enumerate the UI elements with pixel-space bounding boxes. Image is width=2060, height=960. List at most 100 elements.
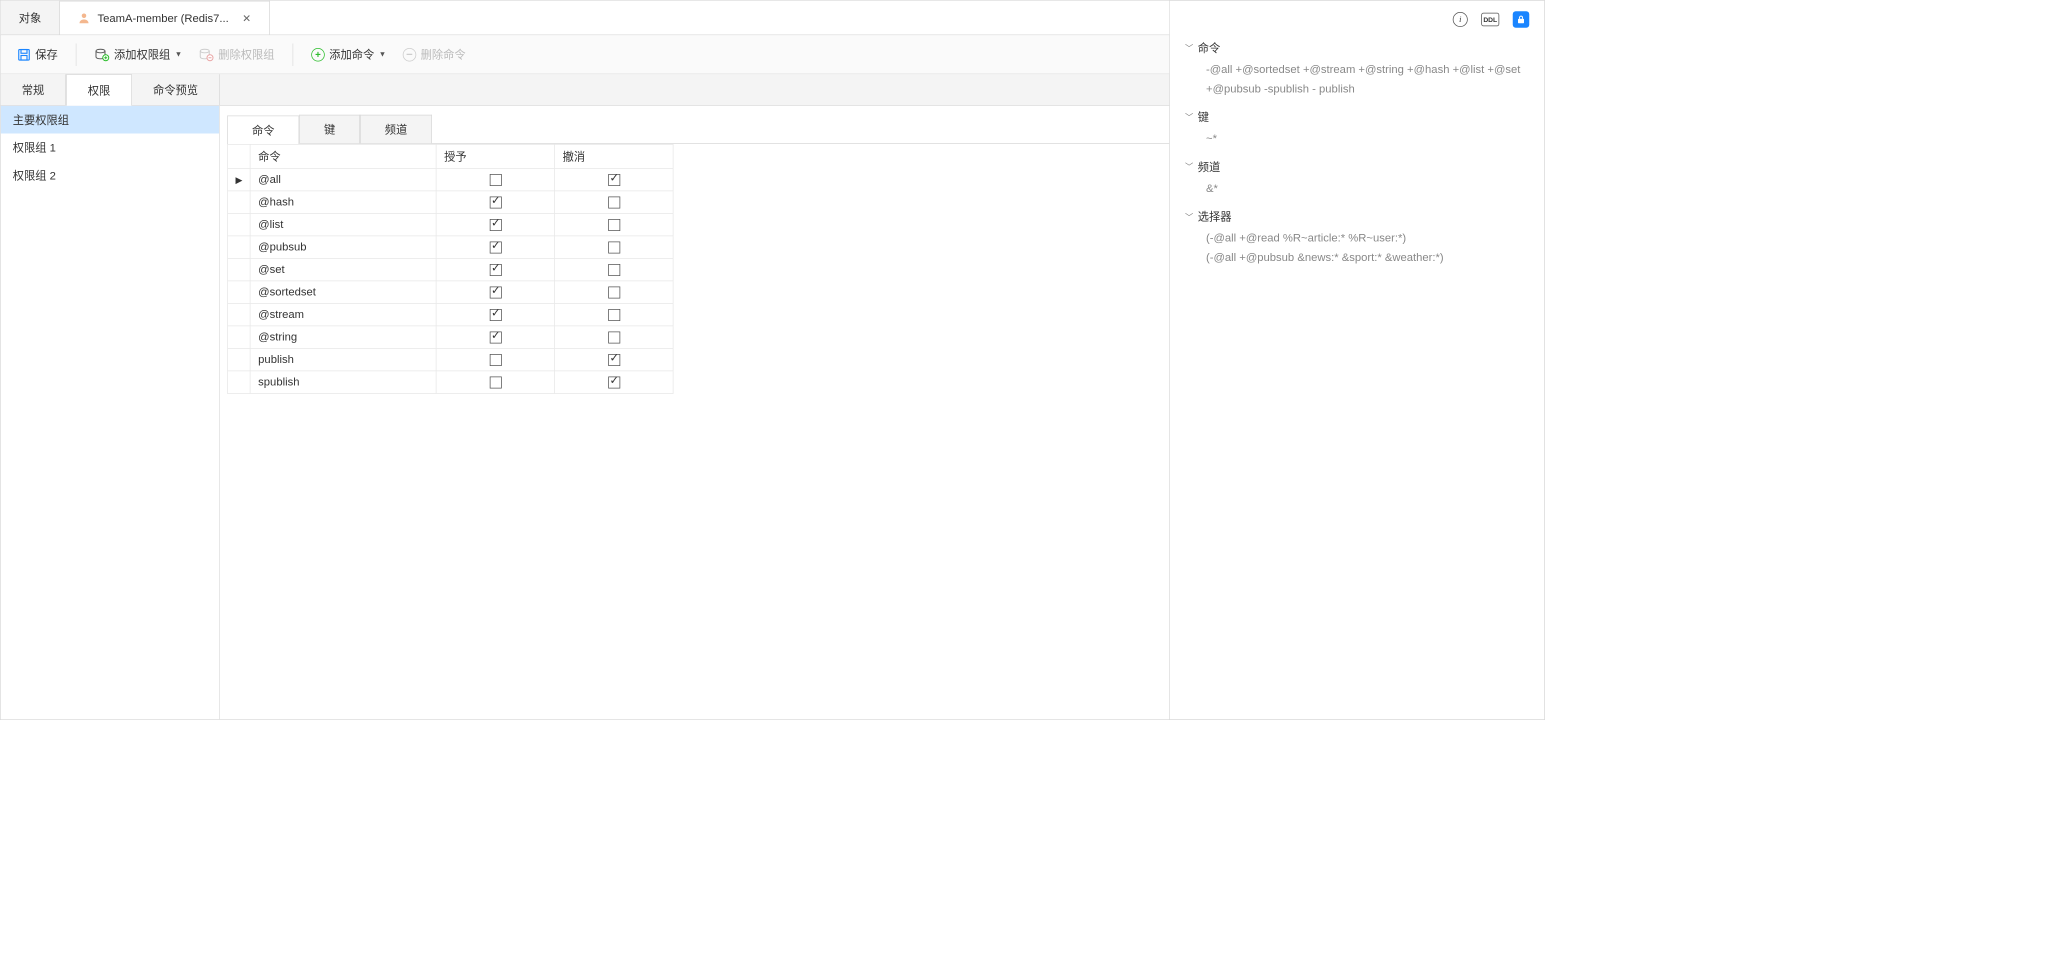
permission-group-item[interactable]: 权限组 1 (1, 134, 219, 162)
cell-command[interactable]: @pubsub (250, 236, 436, 259)
checkbox[interactable] (608, 287, 620, 299)
delete-command-button: − 删除命令 (397, 44, 472, 66)
cell-command[interactable]: spublish (250, 371, 436, 394)
add-command-label: 添加命令 (329, 47, 374, 63)
cell-grant[interactable] (436, 326, 555, 349)
inner-tab-channel[interactable]: 频道 (360, 115, 432, 144)
cell-command[interactable]: @hash (250, 191, 436, 214)
checkbox[interactable] (490, 377, 502, 389)
cell-revoke[interactable] (555, 168, 674, 191)
table-row[interactable]: @string (228, 326, 674, 349)
cell-command[interactable]: @set (250, 258, 436, 281)
checkbox[interactable] (490, 197, 502, 209)
cell-grant[interactable] (436, 281, 555, 304)
checkbox[interactable] (490, 332, 502, 344)
tab-member[interactable]: TeamA-member (Redis7... ✕ (60, 1, 270, 35)
checkbox[interactable] (490, 219, 502, 231)
checkbox[interactable] (608, 264, 620, 276)
tab-preview-label: 命令预览 (153, 84, 198, 97)
cell-revoke[interactable] (555, 326, 674, 349)
checkbox[interactable] (608, 354, 620, 366)
ddl-icon[interactable]: DDL (1481, 13, 1499, 27)
summary-header[interactable]: ﹀ 选择器 (1185, 209, 1529, 225)
checkbox[interactable] (608, 309, 620, 321)
inner-tab-key[interactable]: 键 (299, 115, 360, 144)
summary-header[interactable]: ﹀ 频道 (1185, 159, 1529, 175)
cell-command[interactable]: @all (250, 168, 436, 191)
selector-line: (-@all +@read %R~article:* %R~user:*) (1206, 229, 1529, 248)
checkbox[interactable] (490, 242, 502, 254)
cell-revoke[interactable] (555, 213, 674, 236)
cell-command[interactable]: @sortedset (250, 281, 436, 304)
commands-table: 命令 授予 撤消 ▶@all@hash@list@pubsub@set@sort… (227, 144, 673, 394)
info-icon[interactable]: i (1453, 12, 1468, 27)
checkbox[interactable] (490, 264, 502, 276)
cell-grant[interactable] (436, 236, 555, 259)
col-revoke[interactable]: 撤消 (555, 144, 674, 168)
table-row[interactable]: publish (228, 348, 674, 371)
checkbox[interactable] (490, 309, 502, 321)
tab-objects[interactable]: 对象 (1, 1, 60, 35)
cell-revoke[interactable] (555, 258, 674, 281)
table-row[interactable]: @list (228, 213, 674, 236)
add-group-button[interactable]: 添加权限组 ▼ (89, 44, 189, 66)
cell-grant[interactable] (436, 168, 555, 191)
checkbox[interactable] (608, 197, 620, 209)
summary-header[interactable]: ﹀ 键 (1185, 109, 1529, 125)
selector-line: (-@all +@pubsub &news:* &sport:* &weathe… (1206, 248, 1529, 267)
cell-grant[interactable] (436, 348, 555, 371)
cell-grant[interactable] (436, 191, 555, 214)
cell-grant[interactable] (436, 258, 555, 281)
save-button[interactable]: 保存 (11, 44, 64, 66)
permission-group-label: 主要权限组 (13, 114, 69, 127)
table-row[interactable]: @sortedset (228, 281, 674, 304)
row-marker (228, 348, 251, 371)
col-marker (228, 144, 251, 168)
cell-command[interactable]: @stream (250, 303, 436, 326)
permission-group-item[interactable]: 权限组 2 (1, 161, 219, 189)
table-row[interactable]: spublish (228, 371, 674, 394)
table-row[interactable]: @hash (228, 191, 674, 214)
cell-revoke[interactable] (555, 371, 674, 394)
close-icon[interactable]: ✕ (242, 12, 251, 25)
cell-revoke[interactable] (555, 191, 674, 214)
cell-grant[interactable] (436, 303, 555, 326)
col-grant[interactable]: 授予 (436, 144, 555, 168)
cell-command[interactable]: @list (250, 213, 436, 236)
tab-general[interactable]: 常规 (1, 74, 66, 105)
cell-command[interactable]: @string (250, 326, 436, 349)
checkbox[interactable] (490, 174, 502, 186)
checkbox[interactable] (608, 377, 620, 389)
inner-tab-command[interactable]: 命令 (227, 116, 299, 145)
summary-header[interactable]: ﹀ 命令 (1185, 40, 1529, 56)
cell-grant[interactable] (436, 371, 555, 394)
checkbox[interactable] (490, 354, 502, 366)
cell-revoke[interactable] (555, 303, 674, 326)
cell-revoke[interactable] (555, 348, 674, 371)
save-label: 保存 (35, 47, 58, 63)
table-row[interactable]: @set (228, 258, 674, 281)
cell-command[interactable]: publish (250, 348, 436, 371)
checkbox[interactable] (608, 242, 620, 254)
cell-grant[interactable] (436, 213, 555, 236)
checkbox[interactable] (608, 332, 620, 344)
cell-revoke[interactable] (555, 236, 674, 259)
checkbox[interactable] (490, 287, 502, 299)
table-row[interactable]: ▶@all (228, 168, 674, 191)
tab-permissions[interactable]: 权限 (66, 74, 132, 106)
cell-revoke[interactable] (555, 281, 674, 304)
col-command[interactable]: 命令 (250, 144, 436, 168)
add-command-button[interactable]: + 添加命令 ▼ (305, 44, 392, 66)
separator (292, 43, 293, 66)
delete-group-label: 删除权限组 (218, 47, 274, 63)
checkbox[interactable] (608, 174, 620, 186)
permission-group-item[interactable]: 主要权限组 (1, 106, 219, 134)
table-row[interactable]: @pubsub (228, 236, 674, 259)
row-marker (228, 191, 251, 214)
checkbox[interactable] (608, 219, 620, 231)
inner-tab-label: 命令 (252, 125, 275, 138)
lock-icon[interactable] (1513, 11, 1530, 28)
tab-permissions-label: 权限 (88, 85, 111, 98)
table-row[interactable]: @stream (228, 303, 674, 326)
tab-command-preview[interactable]: 命令预览 (132, 74, 220, 105)
